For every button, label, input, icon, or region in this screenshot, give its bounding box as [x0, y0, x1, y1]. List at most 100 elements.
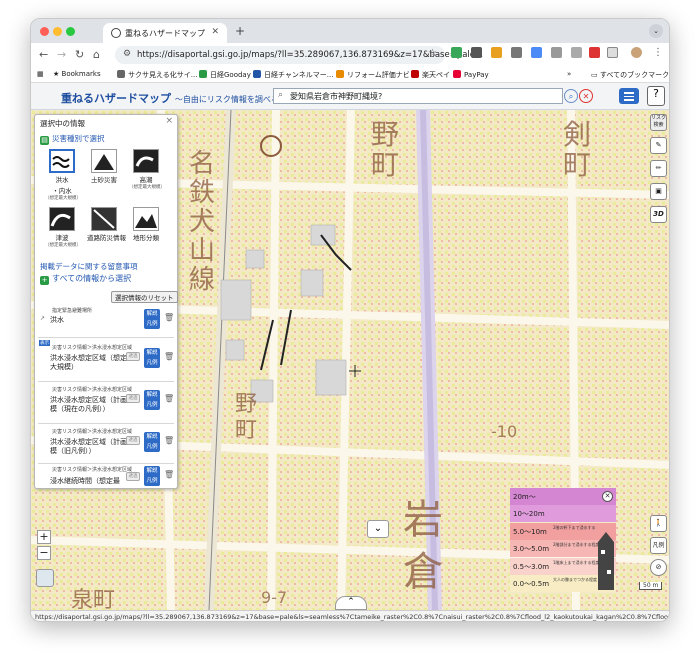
back-button[interactable]: ← — [39, 48, 48, 61]
search-icon: ⌕ — [278, 90, 284, 100]
transparency-toggle[interactable]: 透過 — [126, 436, 140, 445]
layer-row[interactable]: 災害リスク情報＞洪水浸水想定区域 洪水浸水想定区域（計画規模（旧凡例）） 透過 … — [38, 424, 174, 464]
collapse-arrow-button[interactable]: ⌄ — [367, 520, 389, 538]
draw-tool-button[interactable]: ✎ — [650, 137, 667, 154]
storm-surge-icon — [133, 149, 159, 173]
transparency-toggle[interactable]: 透過 — [126, 394, 140, 403]
close-legend-button[interactable]: ✕ — [602, 491, 613, 502]
legend-toggle-button[interactable]: 凡例 — [650, 537, 667, 554]
3d-view-button[interactable]: 3D — [650, 206, 667, 223]
site-logo[interactable]: 重ねるハザードマップ ～自由にリスク情報を調べる～ — [61, 90, 287, 106]
depth-legend: 20m～ 10～20m 5.0～10m 2階の軒下まで浸水する 3.0～5.0m 2… — [510, 488, 616, 593]
map-label-city: 岩 倉 — [403, 497, 443, 595]
map-label-town: 野 町 — [235, 392, 258, 443]
trash-icon[interactable]: 🗑 — [164, 352, 174, 362]
bookmark-item[interactable]: ★ Bookmarks — [53, 70, 101, 78]
home-button[interactable]: ⌂ — [93, 48, 100, 61]
search-button[interactable]: ⌕ — [564, 89, 578, 103]
zoom-window-button[interactable] — [66, 27, 75, 36]
browser-tab[interactable]: 重ねるハザードマップ ✕ — [103, 23, 227, 43]
map-label-number: 9-7 — [261, 588, 288, 607]
legend-button[interactable]: 解説 凡例 — [144, 390, 160, 410]
layer-row[interactable]: 災害リスク情報＞洪水浸水想定区域 浸水継続時間（想定最 透過 解説 凡例 🗑 — [38, 464, 174, 488]
visible-badge: 表示 — [39, 340, 50, 346]
landform-icon — [133, 207, 159, 231]
new-tab-button[interactable]: + — [235, 24, 245, 38]
legend-button[interactable]: 解説 凡例 — [144, 466, 160, 486]
minimize-window-button[interactable] — [53, 27, 62, 36]
clear-search-button[interactable]: ✕ — [579, 89, 593, 103]
zoom-out-button[interactable]: − — [37, 546, 51, 560]
extension-icon[interactable] — [571, 47, 582, 58]
bookmarks-bar: ▦ ★ Bookmarks サクサ見える化サイ... 日経Gooday 日経チャ… — [31, 67, 669, 83]
hazard-flood-button[interactable]: 洪水 ・内水 （想定最大規模） — [45, 149, 81, 201]
location-off-icon[interactable]: ⊘ — [650, 559, 667, 576]
bookmark-item[interactable]: 日経チャンネルマー... — [253, 70, 333, 80]
toolbox-icon[interactable]: ▣ — [650, 183, 667, 200]
risk-search-button[interactable]: リスク 検索 — [650, 114, 667, 131]
road-closed-icon — [91, 207, 117, 231]
legend-button[interactable]: 解説 凡例 — [144, 309, 160, 329]
extension-icon[interactable] — [551, 47, 562, 58]
bookmarks-overflow[interactable]: » — [567, 70, 571, 78]
expand-bottom-button[interactable]: ⌃ — [335, 596, 367, 610]
extension-icon[interactable] — [511, 47, 522, 58]
hazard-storm-surge-button[interactable]: 高潮 （想定最大規模） — [129, 149, 165, 190]
bookmark-item[interactable]: 楽天ペイ — [411, 70, 450, 80]
bookmark-item[interactable]: 日経Gooday — [199, 70, 251, 80]
all-bookmarks-folder[interactable]: ▭ すべてのブックマーク — [591, 70, 669, 80]
map-label-railway: 名 鉄 犬 山 線 — [189, 149, 216, 295]
trash-icon[interactable]: 🗑 — [164, 470, 174, 480]
extension-icon[interactable] — [451, 47, 462, 58]
legend-button[interactable]: 解説 凡例 — [144, 348, 160, 368]
bookmark-item[interactable]: リフォーム評価ナビ — [336, 70, 410, 80]
zoom-in-button[interactable]: + — [37, 530, 51, 544]
forward-button[interactable]: → — [57, 48, 66, 61]
all-info-link[interactable]: + すべての情報から選択 — [40, 273, 131, 285]
extension-icon[interactable] — [491, 47, 502, 58]
address-search-input[interactable]: ⌕ 愛知県岩倉市神野町縄境? — [273, 88, 563, 104]
legend-button[interactable]: 解説 凡例 — [144, 432, 160, 452]
hazard-landform-button[interactable]: 地形分類 — [129, 207, 163, 242]
layer-row[interactable]: 表示 災害リスク情報＞洪水浸水想定区域 洪水浸水想定区域（想定最大規模） 透過 … — [38, 338, 174, 382]
close-window-button[interactable] — [40, 27, 49, 36]
close-icon[interactable]: × — [165, 116, 173, 126]
flood-icon — [49, 149, 75, 173]
trash-icon[interactable]: 🗑 — [164, 436, 174, 446]
drive-icon[interactable] — [531, 47, 542, 58]
address-bar[interactable]: ⚙ https://disaportal.gsi.go.jp/maps/?ll=… — [115, 46, 483, 64]
trash-icon[interactable]: 🗑 — [164, 394, 174, 404]
transparency-toggle[interactable]: 透過 — [126, 472, 140, 481]
puzzle-icon[interactable] — [607, 47, 618, 58]
base-map-switch-button[interactable] — [36, 569, 54, 587]
hazard-landslide-button[interactable]: 土砂災害 — [87, 149, 121, 184]
hazard-tsunami-button[interactable]: 津波 （想定最大規模） — [45, 207, 81, 248]
avatar[interactable] — [631, 47, 642, 58]
tab-search-button[interactable]: ⌄ — [649, 24, 663, 38]
trash-icon[interactable]: 🗑 — [164, 313, 174, 323]
layer-row[interactable]: 災害リスク情報＞洪水浸水想定区域 洪水浸水想定区域（計画規模（現在の凡例）） 透… — [38, 382, 174, 424]
bookmark-item[interactable]: サクサ見える化サイ... — [117, 70, 197, 80]
more-menu-icon[interactable]: ⋮ — [653, 47, 663, 58]
hazard-road-button[interactable]: 道路防災情報 — [87, 207, 126, 242]
close-tab-icon[interactable]: ✕ — [211, 27, 219, 37]
apps-grid-icon[interactable]: ▦ — [37, 70, 44, 78]
pencil-icon[interactable]: ✏ — [650, 160, 667, 177]
site-info-icon[interactable]: ⚙ — [123, 49, 131, 59]
transparency-toggle[interactable]: 透過 — [126, 352, 140, 361]
layer-row[interactable]: 指定緊急避難場所 ↗ 洪水 解説 凡例 🗑 — [38, 305, 174, 338]
evacuation-walk-icon[interactable]: 🚶 — [650, 515, 667, 532]
help-button[interactable]: ? — [647, 86, 665, 106]
reset-button[interactable]: 選択情報のリセット — [111, 291, 178, 303]
house-depth-icon — [598, 532, 614, 590]
extension-icon[interactable] — [471, 47, 482, 58]
hazard-type-link[interactable]: ▤ 災害種別で選択 — [40, 133, 105, 145]
bookmark-star-icon[interactable]: ☆ — [428, 48, 437, 59]
menu-button[interactable] — [619, 88, 639, 104]
notice-link[interactable]: 掲載データに関する留意事項 — [40, 261, 138, 272]
tab-bar: 重ねるハザードマップ ✕ + ⌄ — [31, 19, 669, 43]
pdf-icon[interactable] — [589, 47, 600, 58]
plus-icon: + — [40, 276, 49, 285]
reload-button[interactable]: ↻ — [75, 48, 84, 61]
bookmark-item[interactable]: PayPay — [453, 70, 489, 79]
